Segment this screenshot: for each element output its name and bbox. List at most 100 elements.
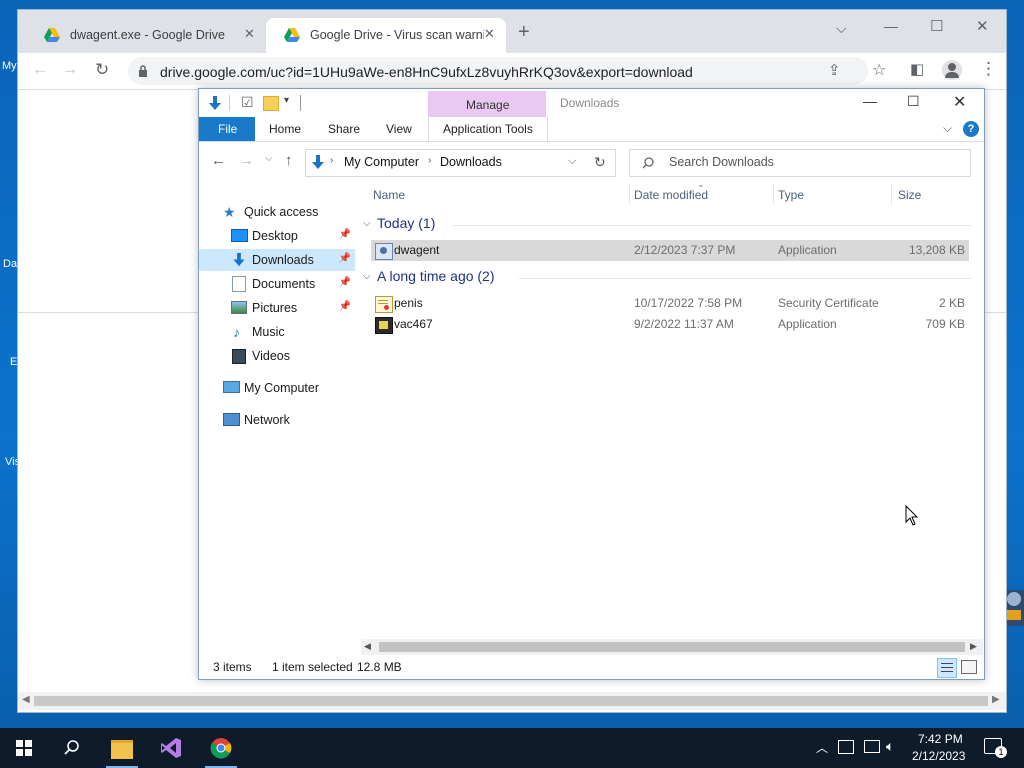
nav-documents[interactable]: Documents 📌: [199, 273, 355, 295]
chevron-down-icon[interactable]: ⌵: [836, 20, 847, 37]
chevron-right-icon[interactable]: ›: [330, 155, 333, 166]
tab-file[interactable]: File: [199, 117, 255, 141]
pin-icon[interactable]: 📌: [339, 301, 351, 312]
pin-icon[interactable]: 📌: [339, 277, 351, 288]
side-panel-icon[interactable]: ◧: [910, 60, 924, 78]
desktop-icon-label[interactable]: Da: [3, 258, 17, 270]
sidebar-gadget[interactable]: [1004, 590, 1024, 626]
reload-icon[interactable]: ↻: [95, 60, 109, 80]
profile-avatar-icon[interactable]: [942, 60, 962, 80]
volume-icon[interactable]: 🔈︎: [886, 738, 894, 755]
close-window-button[interactable]: ✕: [953, 92, 966, 112]
pictures-icon: [231, 301, 247, 314]
bookmark-star-icon[interactable]: ☆: [872, 60, 886, 80]
address-bar[interactable]: drive.google.com/uc?id=1UHu9aWe-en8HnC9u…: [128, 57, 868, 85]
close-icon[interactable]: ✕: [484, 26, 495, 42]
taskbar-visual-studio[interactable]: [148, 728, 196, 768]
qat-dropdown-icon[interactable]: ▾: [284, 95, 289, 106]
tab-share[interactable]: Share: [328, 122, 360, 136]
tab-view[interactable]: View: [386, 122, 412, 136]
scroll-thumb[interactable]: [34, 696, 988, 706]
up-arrow-icon[interactable]: ↑: [285, 152, 293, 169]
tray-overflow-chevron-icon[interactable]: ︿: [816, 739, 828, 756]
refresh-button[interactable]: ↻: [587, 149, 616, 177]
explorer-titlebar[interactable]: ☑ ▾ Manage Downloads — ☐ ✕: [199, 89, 984, 117]
address-breadcrumb[interactable]: › My Computer › Downloads ⌵: [305, 149, 589, 177]
maximize-button[interactable]: ☐: [930, 17, 943, 35]
taskbar-file-explorer[interactable]: [98, 728, 146, 768]
nav-pictures[interactable]: Pictures 📌: [199, 297, 355, 319]
taskbar-chrome[interactable]: [197, 728, 245, 768]
minimize-button[interactable]: —: [884, 18, 898, 34]
column-header-name[interactable]: Name: [373, 188, 405, 202]
tab-home[interactable]: Home: [269, 122, 301, 136]
pin-icon[interactable]: 📌: [339, 229, 351, 240]
group-collapse-chevron-icon[interactable]: ⌵: [363, 218, 371, 229]
tab-application-tools[interactable]: Application Tools: [428, 117, 548, 141]
new-tab-button[interactable]: +: [518, 22, 530, 42]
large-icons-view-icon[interactable]: [961, 660, 977, 674]
column-header-size[interactable]: Size: [898, 188, 921, 202]
tab-virus-scan-warning[interactable]: Google Drive - Virus scan warnin ✕: [266, 18, 506, 53]
network-icon[interactable]: [864, 740, 880, 753]
nav-music[interactable]: ♪ Music: [199, 321, 355, 343]
back-arrow-icon[interactable]: ←: [211, 152, 226, 169]
tray-app-icon[interactable]: [838, 740, 854, 754]
ribbon-expand-chevron-icon[interactable]: ⌵: [943, 121, 952, 136]
group-header[interactable]: A long time ago (2): [377, 268, 495, 284]
page-horizontal-scrollbar[interactable]: ◀ ▶: [18, 692, 1006, 710]
group-collapse-chevron-icon[interactable]: ⌵: [363, 271, 371, 282]
new-folder-icon[interactable]: [263, 96, 279, 111]
search-box[interactable]: Search Downloads: [629, 149, 971, 177]
scroll-right-icon[interactable]: ▶: [970, 641, 977, 652]
taskbar-search-button[interactable]: [48, 728, 96, 768]
table-row[interactable]: dwagent 2/12/2023 7:37 PM Application 13…: [371, 240, 969, 261]
desktop-icon-label[interactable]: E: [10, 356, 17, 368]
clock-date[interactable]: 2/12/2023: [912, 749, 965, 763]
address-dropdown-icon[interactable]: ⌵: [568, 155, 576, 168]
share-icon[interactable]: ⇪: [828, 61, 841, 79]
column-separator[interactable]: [773, 185, 774, 205]
forward-arrow-icon[interactable]: →: [239, 152, 254, 169]
recent-locations-chevron-icon[interactable]: ⌵: [265, 153, 273, 164]
nav-desktop[interactable]: Desktop 📌: [199, 225, 355, 247]
scroll-right-icon[interactable]: ▶: [992, 694, 1000, 705]
minimize-button[interactable]: —: [863, 93, 877, 109]
start-button[interactable]: [0, 728, 48, 768]
column-separator[interactable]: [629, 185, 630, 205]
properties-checkbox-icon[interactable]: ☑: [241, 94, 254, 111]
scroll-left-icon[interactable]: ◀: [22, 694, 30, 705]
scroll-thumb[interactable]: [379, 642, 965, 652]
maximize-button[interactable]: ☐: [907, 93, 920, 110]
table-row[interactable]: penis 10/17/2022 7:58 PM Security Certif…: [371, 293, 969, 314]
back-arrow-icon[interactable]: ←: [32, 61, 48, 79]
tab-dwagent[interactable]: dwagent.exe - Google Drive ✕: [26, 18, 266, 53]
scroll-left-icon[interactable]: ◀: [364, 641, 371, 652]
chevron-right-icon[interactable]: ›: [428, 155, 431, 166]
menu-kebab-icon[interactable]: ⋮: [980, 59, 997, 79]
forward-arrow-icon[interactable]: →: [62, 61, 78, 79]
clock-time[interactable]: 7:42 PM: [918, 732, 963, 746]
group-header[interactable]: Today (1): [377, 215, 435, 231]
column-header-type[interactable]: Type: [778, 188, 804, 202]
help-icon[interactable]: ?: [963, 121, 979, 137]
desktop-icon-label[interactable]: My: [2, 60, 17, 72]
status-size: 12.8 MB: [357, 660, 402, 674]
nav-my-computer[interactable]: My Computer: [199, 377, 355, 399]
close-window-button[interactable]: ✕: [976, 17, 989, 35]
nav-videos[interactable]: Videos: [199, 345, 355, 367]
nav-downloads[interactable]: Downloads 📌: [199, 249, 355, 271]
file-list-horizontal-scrollbar[interactable]: ◀ ▶: [361, 639, 983, 655]
status-selected: 1 item selected: [272, 660, 353, 674]
table-row[interactable]: vac467 9/2/2022 11:37 AM Application 709…: [371, 314, 969, 335]
breadcrumb-downloads[interactable]: Downloads: [440, 155, 502, 169]
nav-network[interactable]: Network: [199, 409, 355, 431]
details-view-icon[interactable]: [937, 658, 957, 678]
close-icon[interactable]: ✕: [244, 26, 255, 42]
column-header-date[interactable]: Date modified: [634, 188, 708, 202]
column-separator[interactable]: [891, 185, 892, 205]
nav-quick-access[interactable]: ★ Quick access: [199, 201, 355, 223]
pin-icon[interactable]: 📌: [339, 253, 351, 264]
url-text[interactable]: drive.google.com/uc?id=1UHu9aWe-en8HnC9u…: [160, 64, 693, 80]
breadcrumb-my-computer[interactable]: My Computer: [344, 155, 419, 169]
